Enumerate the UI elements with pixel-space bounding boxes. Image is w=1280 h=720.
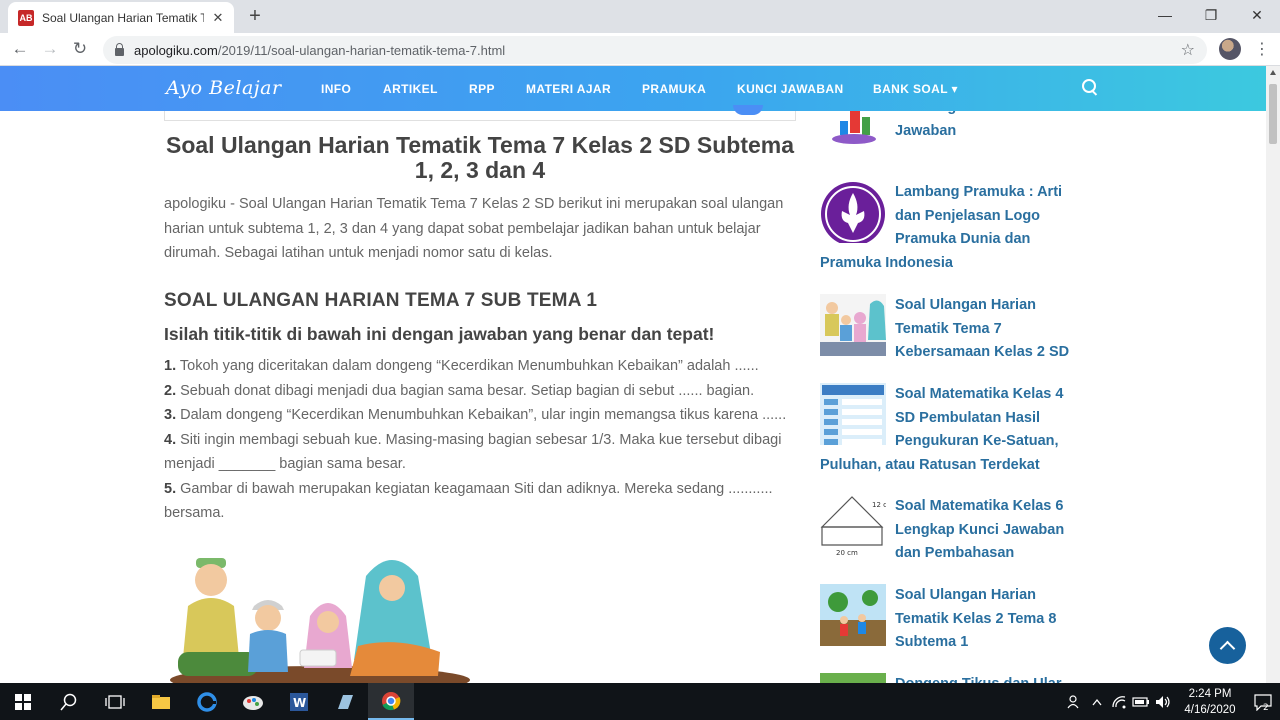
browser-tab-active[interactable]: AB Soal Ulangan Harian Tematik Tem ✕ — [8, 2, 234, 33]
forward-button[interactable]: → — [39, 38, 61, 60]
question-number: 2. — [164, 382, 177, 399]
back-button[interactable]: ← — [9, 38, 31, 60]
bookmark-star-icon[interactable]: ☆ — [1181, 40, 1195, 60]
site-favicon-icon: AB — [18, 9, 34, 26]
question-number: 3. — [164, 407, 177, 423]
file-explorer-icon[interactable] — [138, 683, 184, 720]
sidebar-post[interactable]: Soal Ulangan Harian Tematik Kelas 2 Tema… — [820, 584, 1082, 655]
nav-item-kunci-jawaban[interactable]: KUNCI JAWABAN — [737, 82, 844, 96]
notification-center-icon[interactable]: 2 — [1246, 683, 1280, 720]
system-tray: 2:24 PM 4/16/2020 2 — [1064, 683, 1280, 720]
question-number: 1. — [164, 358, 177, 374]
browser-tab-strip: AB Soal Ulangan Harian Tematik Tem ✕ + —… — [0, 0, 1280, 33]
instruction-heading: Isilah titik-titik di bawah ini dengan j… — [164, 324, 715, 344]
reload-button[interactable]: ↻ — [69, 38, 91, 60]
site-navbar: Ayo Belajar INFO ARTIKEL RPP MATERI AJAR… — [0, 66, 1266, 111]
url-domain: apologiku.com — [134, 42, 218, 58]
nav-item-pramuka[interactable]: PRAMUKA — [642, 82, 706, 96]
maximize-button[interactable]: ❐ — [1188, 0, 1234, 30]
question-text: Sebuah donat dibagi menjadi dua bagian s… — [180, 382, 755, 399]
article-title: Soal Ulangan Harian Tematik Tema 7 Kelas… — [165, 132, 795, 183]
browser-toolbar: ← → ↻ apologiku.com/2019/11/soal-ulangan… — [0, 33, 1280, 66]
site-logo[interactable]: Ayo Belajar — [166, 77, 282, 99]
page-scrollbar[interactable] — [1266, 66, 1280, 683]
url-text: apologiku.com/2019/11/soal-ulangan-haria… — [134, 43, 505, 58]
kids-playing-thumbnail — [820, 584, 886, 646]
math-table-thumbnail — [820, 383, 886, 445]
tab-title: Soal Ulangan Harian Tematik Tem — [42, 10, 204, 25]
nav-item-artikel[interactable]: ARTIKEL — [383, 82, 438, 96]
people-icon[interactable] — [1064, 683, 1086, 720]
list-item: 2. Sebuah donat dibagi menjadi dua bagia… — [164, 379, 796, 404]
tab-close-icon[interactable]: ✕ — [210, 10, 226, 26]
clock-time: 2:24 PM — [1188, 687, 1232, 700]
minimize-button[interactable]: — — [1142, 0, 1188, 30]
question-number: 4. — [164, 431, 177, 448]
story-thumbnail — [820, 673, 886, 683]
paint-app-icon[interactable] — [230, 683, 276, 720]
nav-item-materi-ajar[interactable]: MATERI AJAR — [526, 82, 611, 96]
windows-taskbar: W 2:24 PM 4/16/2020 2 — [0, 683, 1280, 720]
question-text: Tokoh yang diceritakan dalam dongeng “Ke… — [179, 358, 759, 374]
sidebar-post[interactable]: Soal Matematika Kelas 4 SD Pembulatan Ha… — [820, 383, 1082, 477]
notes-app-icon[interactable] — [322, 683, 368, 720]
window-close-button[interactable]: ✕ — [1234, 0, 1280, 30]
edge-browser-icon[interactable] — [184, 683, 230, 720]
back-to-top-button[interactable] — [1209, 627, 1246, 664]
chrome-app-icon[interactable] — [368, 683, 414, 720]
volume-icon[interactable] — [1152, 683, 1174, 720]
list-item: 5. Gambar di bawah merupakan kegiatan ke… — [164, 477, 796, 526]
url-path: /2019/11/soal-ulangan-harian-tematik-tem… — [217, 42, 506, 58]
profile-avatar[interactable] — [1219, 38, 1241, 60]
list-item: 3. Dalam dongeng “Kecerdikan Menumbuhkan… — [164, 403, 796, 428]
question-list: 1. Tokoh yang diceritakan dalam dongeng … — [164, 354, 796, 526]
window-controls: — ❐ ✕ — [1142, 0, 1280, 30]
taskbar-clock[interactable]: 2:24 PM 4/16/2020 — [1174, 686, 1246, 718]
family-reading-illustration — [170, 550, 482, 684]
show-hidden-icons-icon[interactable] — [1086, 683, 1108, 720]
previous-widget-edge — [164, 105, 796, 121]
geometry-label-bottom: 20 cm — [836, 549, 858, 557]
wifi-icon[interactable] — [1108, 683, 1130, 720]
new-tab-button[interactable]: + — [244, 5, 266, 27]
search-icon[interactable] — [46, 683, 92, 720]
task-view-icon[interactable] — [92, 683, 138, 720]
sidebar-post[interactable]: dan Diagram Plus Kunci Jawaban — [820, 111, 1082, 153]
question-text: Dalam dongeng “Kecerdikan Menumbuhkan Ke… — [180, 407, 787, 423]
scout-logo-thumbnail — [820, 181, 886, 243]
clock-date: 4/16/2020 — [1184, 703, 1236, 716]
address-bar[interactable]: apologiku.com/2019/11/soal-ulangan-haria… — [103, 36, 1207, 64]
question-number: 5. — [164, 480, 177, 497]
sidebar-post[interactable]: Soal Ulangan Harian Tematik Tema 7 Keber… — [820, 294, 1082, 365]
question-text: Gambar di bawah merupakan kegiatan keaga… — [164, 480, 773, 522]
sidebar-post[interactable]: 12 c 20 cm Soal Matematika Kelas 6 Lengk… — [820, 495, 1082, 566]
sidebar-post[interactable]: Lambang Pramuka : Arti dan Penjelasan Lo… — [820, 181, 1082, 275]
scrollbar-thumb[interactable] — [1269, 84, 1277, 144]
battery-icon[interactable] — [1130, 683, 1152, 720]
lock-icon — [115, 43, 124, 56]
word-app-icon[interactable]: W — [276, 683, 322, 720]
windows-start-button[interactable] — [0, 683, 46, 720]
family-thumbnail — [820, 294, 886, 356]
scroll-up-arrow-icon[interactable] — [1270, 70, 1276, 75]
list-item: 4. Siti ingin membagi sebuah kue. Masing… — [164, 428, 796, 477]
nav-item-info[interactable]: INFO — [321, 82, 351, 96]
svg-text:W: W — [293, 696, 306, 710]
list-item: 1. Tokoh yang diceritakan dalam dongeng … — [164, 354, 796, 379]
geometry-thumbnail: 12 c 20 cm — [820, 495, 886, 557]
chart-thumbnail — [820, 111, 886, 153]
notification-count: 2 — [1263, 703, 1269, 711]
article-intro: apologiku - Soal Ulangan Harian Tematik … — [164, 196, 784, 261]
nav-item-bank-soal[interactable]: BANK SOAL ▾ — [873, 82, 958, 96]
nav-item-rpp[interactable]: RPP — [469, 82, 495, 96]
sidebar-popular-posts: dan Diagram Plus Kunci Jawaban Lambang P… — [820, 111, 1090, 683]
browser-menu-button[interactable]: ⋮ — [1254, 38, 1270, 60]
sidebar-post[interactable]: Dongeng Tikus dan Ular — [820, 673, 1082, 683]
section-heading: SOAL ULANGAN HARIAN TEMA 7 SUB TEMA 1 — [164, 290, 598, 311]
geometry-label-top: 12 c — [872, 501, 886, 509]
question-text: Siti ingin membagi sebuah kue. Masing-ma… — [164, 431, 782, 473]
search-icon[interactable] — [1082, 79, 1098, 95]
